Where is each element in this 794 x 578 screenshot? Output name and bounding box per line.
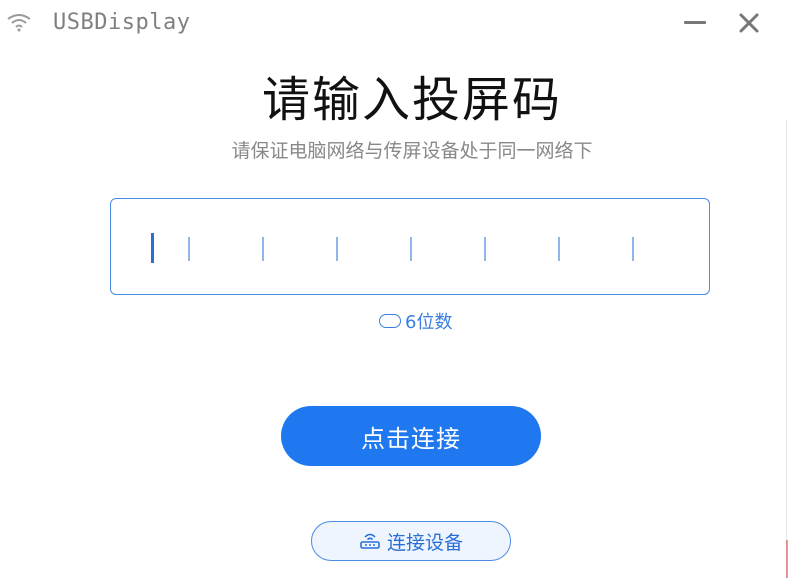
digits-hint-label: 6位数 [405, 312, 453, 333]
code-input[interactable] [110, 198, 710, 295]
router-icon [360, 533, 380, 549]
digits-hint[interactable]: 6位数 [379, 309, 452, 333]
title-bar: USBDisplay [0, 0, 794, 48]
code-slot-6[interactable] [484, 237, 486, 261]
code-slot-8[interactable] [632, 237, 634, 261]
subtitle: 请保证电脑网络与传屏设备处于同一网络下 [231, 140, 593, 162]
connect-button-label: 点击连接 [361, 424, 461, 453]
code-slot-2[interactable] [188, 237, 190, 261]
code-slot-4[interactable] [336, 237, 338, 261]
close-button[interactable] [734, 8, 764, 38]
wifi-icon [7, 14, 31, 32]
code-slot-5[interactable] [410, 237, 412, 261]
toggle-pill-icon [379, 314, 401, 328]
app-title: USBDisplay [53, 10, 191, 35]
code-slot-7[interactable] [558, 237, 560, 261]
connect-device-button[interactable]: 连接设备 [311, 521, 511, 561]
close-icon [739, 13, 759, 33]
page-title: 请输入投屏码 [261, 72, 562, 128]
connect-button[interactable]: 点击连接 [281, 406, 541, 466]
code-slot-3[interactable] [262, 237, 264, 261]
connect-device-label: 连接设备 [386, 531, 463, 554]
code-slot-1[interactable] [151, 233, 154, 263]
window-edge-mark [786, 540, 788, 578]
minimize-icon [684, 21, 706, 24]
window-edge [786, 120, 787, 578]
minimize-button[interactable] [680, 8, 710, 38]
